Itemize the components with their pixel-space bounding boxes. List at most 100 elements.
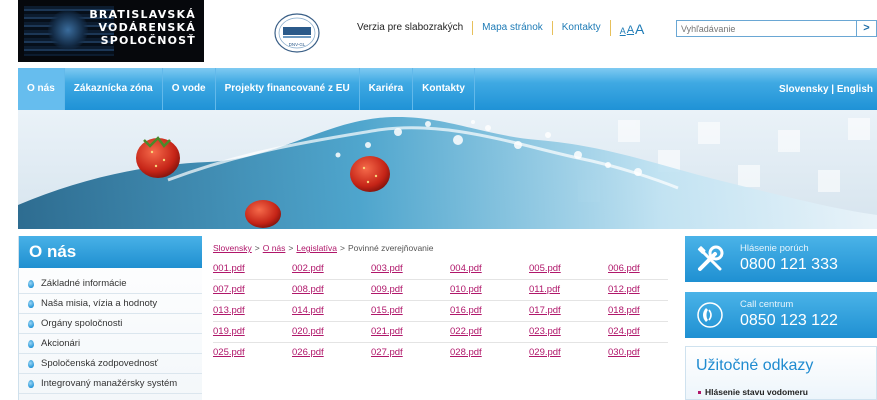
useful-link-item[interactable]: Hlásenie stavu vodomeru	[698, 387, 808, 397]
fault-report-box[interactable]: Hlásenie porúch 0800 121 333	[685, 236, 877, 282]
sidebar-item-label: Spoločenská zodpovednosť	[41, 358, 159, 369]
breadcrumb-current: Povinné zverejňovanie	[347, 243, 434, 253]
main-nav: O nás Zákaznícka zóna O vode Projekty fi…	[18, 68, 877, 110]
sitemap-link[interactable]: Mapa stránok	[472, 21, 552, 35]
call-center-phone: 0850 123 122	[740, 312, 838, 329]
sidebar-item-zodpovednost[interactable]: Spoločenská zodpovednosť	[19, 354, 202, 374]
pdf-link[interactable]: 020.pdf	[292, 326, 371, 338]
logo-line: SPOLOČNOSŤ	[100, 34, 196, 47]
pdf-link[interactable]: 011.pdf	[529, 284, 608, 296]
sidebar-menu: Základné informácie Naša misia, vízia a …	[19, 274, 202, 394]
drop-bullet-icon	[28, 360, 34, 368]
pdf-link[interactable]: 028.pdf	[450, 347, 529, 359]
pdf-link[interactable]: 013.pdf	[213, 305, 292, 317]
sidebar-item-label: Naša misia, vízia a hodnoty	[41, 298, 158, 309]
pdf-link[interactable]: 003.pdf	[371, 263, 450, 275]
row-divider	[213, 300, 668, 301]
pdf-link[interactable]: 002.pdf	[292, 263, 371, 275]
row-divider	[213, 279, 668, 280]
certification-seal-icon: DNV-GL	[274, 13, 320, 53]
sidebar-item-misia-vizia[interactable]: Naša misia, vízia a hodnoty	[19, 294, 202, 314]
pdf-link[interactable]: 019.pdf	[213, 326, 292, 338]
logo-line: VODÁRENSKÁ	[98, 21, 196, 34]
top-links: Verzia pre slabozrakých Mapa stránok Kon…	[357, 20, 645, 36]
breadcrumb-link[interactable]: Legislatíva	[296, 243, 337, 253]
row-divider	[213, 342, 668, 343]
useful-links-box: Užitočné odkazy Hlásenie stavu vodomeru	[685, 346, 877, 400]
hero-banner	[18, 110, 877, 229]
sidebar-item-label: Akcionári	[41, 338, 81, 349]
sidebar-item-label: Orgány spoločnosti	[41, 318, 123, 329]
sidebar-item-label: Integrovaný manažérsky systém	[41, 378, 178, 389]
breadcrumb-link[interactable]: O nás	[263, 243, 286, 253]
pdf-link[interactable]: 021.pdf	[371, 326, 450, 338]
call-center-label: Call centrum	[740, 299, 794, 310]
pdf-link[interactable]: 027.pdf	[371, 347, 450, 359]
nav-item-projekty-eu[interactable]: Projekty financované z EU	[216, 68, 360, 110]
contacts-link[interactable]: Kontakty	[551, 21, 610, 35]
font-size-medium[interactable]: A	[627, 25, 634, 36]
pdf-link[interactable]: 015.pdf	[371, 305, 450, 317]
nav-item-kariera[interactable]: Kariéra	[360, 68, 414, 110]
search-input[interactable]	[677, 21, 856, 36]
breadcrumb-separator: >	[340, 243, 345, 253]
logo-text: BRATISLAVSKÁ VODÁRENSKÁ SPOLOČNOSŤ	[89, 8, 196, 47]
pdf-link[interactable]: 024.pdf	[608, 326, 687, 338]
pdf-link[interactable]: 018.pdf	[608, 305, 687, 317]
pdf-link-grid: 001.pdf 002.pdf 003.pdf 004.pdf 005.pdf 006.p…	[213, 263, 687, 359]
pdf-link[interactable]: 004.pdf	[450, 263, 529, 275]
drop-bullet-icon	[28, 300, 34, 308]
sidebar-item-organy[interactable]: Orgány spoločnosti	[19, 314, 202, 334]
sidebar-item-label: Základné informácie	[41, 278, 127, 289]
font-size-switcher: A A A	[609, 20, 646, 36]
pdf-link[interactable]: 023.pdf	[529, 326, 608, 338]
pdf-link[interactable]: 005.pdf	[529, 263, 608, 275]
fault-report-label: Hlásenie porúch	[740, 243, 809, 254]
logo-line: BRATISLAVSKÁ	[89, 8, 196, 21]
sidebar-item-zakladne-informacie[interactable]: Základné informácie	[19, 274, 202, 294]
logo-glow	[48, 10, 88, 50]
search-button[interactable]: >	[856, 21, 876, 36]
cert-label: DNV-GL	[289, 42, 306, 47]
pdf-link[interactable]: 022.pdf	[450, 326, 529, 338]
nav-item-o-vode[interactable]: O vode	[163, 68, 216, 110]
pdf-link[interactable]: 009.pdf	[371, 284, 450, 296]
font-size-small[interactable]: A	[620, 27, 626, 36]
pdf-link[interactable]: 025.pdf	[213, 347, 292, 359]
low-vision-link[interactable]: Verzia pre slabozrakých	[357, 21, 472, 35]
pdf-link[interactable]: 006.pdf	[608, 263, 687, 275]
drop-bullet-icon	[28, 380, 34, 388]
pdf-link[interactable]: 016.pdf	[450, 305, 529, 317]
tools-icon	[697, 245, 724, 271]
nav-item-kontakty[interactable]: Kontakty	[413, 68, 475, 110]
sidebar-title: O nás	[19, 236, 202, 268]
breadcrumb-separator: >	[288, 243, 294, 253]
row-divider	[213, 321, 668, 322]
phone-icon	[697, 302, 723, 328]
company-logo[interactable]: BRATISLAVSKÁ VODÁRENSKÁ SPOLOČNOSŤ	[18, 0, 204, 62]
breadcrumb-link[interactable]: Slovensky	[213, 243, 252, 253]
useful-links-title: Užitočné odkazy	[696, 357, 814, 374]
sidebar: O nás Základné informácie Naša misia, ví…	[18, 236, 202, 400]
sidebar-item-akcionari[interactable]: Akcionári	[19, 334, 202, 354]
breadcrumb-separator: >	[254, 243, 260, 253]
language-switcher[interactable]: Slovensky | English	[779, 84, 877, 95]
pdf-link[interactable]: 030.pdf	[608, 347, 687, 359]
search-box: >	[676, 20, 877, 37]
pdf-link[interactable]: 014.pdf	[292, 305, 371, 317]
pdf-link[interactable]: 026.pdf	[292, 347, 371, 359]
call-center-box[interactable]: Call centrum 0850 123 122	[685, 292, 877, 338]
pdf-link[interactable]: 001.pdf	[213, 263, 292, 275]
drop-bullet-icon	[28, 280, 34, 288]
nav-item-zakaznicka-zona[interactable]: Zákaznícka zóna	[65, 68, 163, 110]
font-size-large[interactable]: A	[635, 22, 644, 36]
pdf-link[interactable]: 008.pdf	[292, 284, 371, 296]
nav-item-o-nas[interactable]: O nás	[18, 68, 65, 110]
drop-bullet-icon	[28, 340, 34, 348]
pdf-link[interactable]: 007.pdf	[213, 284, 292, 296]
sidebar-item-manazersky-system[interactable]: Integrovaný manažérsky systém	[19, 374, 202, 394]
pdf-link[interactable]: 010.pdf	[450, 284, 529, 296]
pdf-link[interactable]: 017.pdf	[529, 305, 608, 317]
pdf-link[interactable]: 012.pdf	[608, 284, 687, 296]
pdf-link[interactable]: 029.pdf	[529, 347, 608, 359]
